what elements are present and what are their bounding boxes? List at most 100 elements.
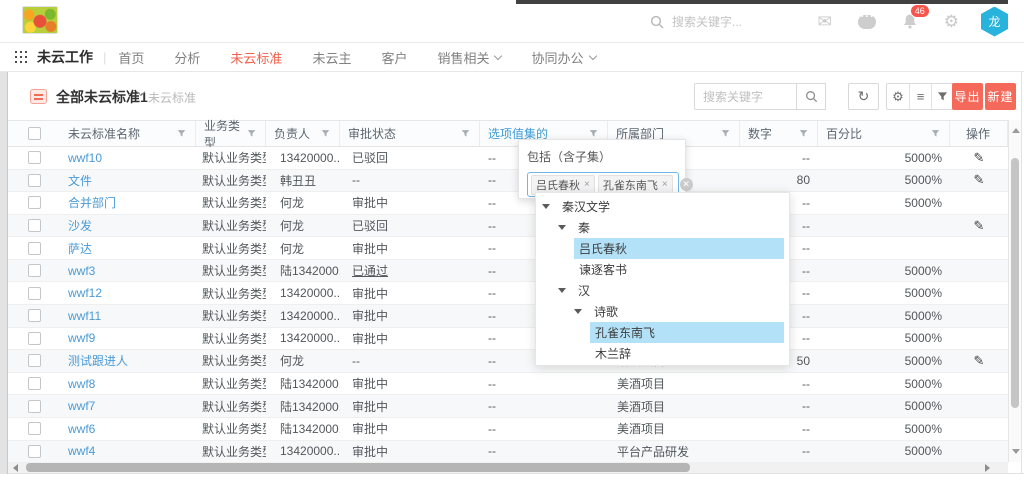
tree-node-label[interactable]: 谏逐客书 [574,259,784,280]
refresh-button[interactable]: ↻ [848,83,879,110]
record-name-link[interactable]: wwf7 [68,399,95,413]
edit-pencil-icon[interactable]: ✎ [974,172,985,187]
mail-icon[interactable]: ✉ [818,12,832,32]
record-name-link[interactable]: wwf10 [68,151,102,165]
create-button[interactable]: 新建 [985,83,1016,110]
row-checkbox[interactable] [28,309,41,322]
record-name-link[interactable]: 沙发 [68,219,92,233]
tree-node-label[interactable]: 吕氏春秋 [574,238,784,259]
chat-icon[interactable] [858,15,876,29]
nav-item-3[interactable]: 未云标准 [230,48,282,67]
record-name-link[interactable]: wwf6 [68,422,95,436]
row-checkbox[interactable] [28,332,41,345]
nav-item-2[interactable]: 分析 [174,48,200,67]
column-header-1[interactable]: 未云标准名称 [60,121,196,146]
record-name-link[interactable]: wwf8 [68,377,95,391]
column-header-4[interactable]: 审批状态 [340,121,480,146]
row-checkbox[interactable] [28,287,41,300]
nav-item-7[interactable]: 协同办公 [531,48,595,67]
view-title[interactable]: 全部未云标准1 [56,87,148,107]
scroll-right-arrow[interactable] [985,464,990,472]
notifications-bell-icon[interactable]: 46 [902,13,918,30]
select-all-checkbox[interactable] [28,127,41,140]
global-search[interactable]: 搜索关键字... [650,13,742,30]
row-checkbox[interactable] [28,174,41,187]
column-header-9[interactable]: 操作 [950,121,1008,146]
scroll-left-arrow[interactable] [13,464,18,472]
settings-gear-icon[interactable]: ⚙ [944,12,959,32]
row-checkbox[interactable] [28,264,41,277]
tree-node-label[interactable]: 木兰辞 [590,343,784,364]
tree-node[interactable]: 孔雀东南飞 [536,322,789,343]
filter-funnel-icon[interactable] [321,129,330,138]
tree-node-label[interactable]: 汉 [573,280,784,301]
tree-expand-caret-icon[interactable] [558,225,566,230]
row-checkbox[interactable] [28,242,41,255]
filter-funnel-icon[interactable] [931,84,953,109]
row-checkbox[interactable] [28,196,41,209]
workspace-title[interactable]: 未云工作 [37,47,93,67]
list-view-icon[interactable]: ≡ [909,84,931,109]
row-checkbox[interactable] [28,219,41,232]
tree-node-label[interactable]: 秦 [573,217,784,238]
record-name-link[interactable]: 测试跟进人 [68,354,128,368]
tree-expand-caret-icon[interactable] [542,204,550,209]
filter-funnel-icon[interactable] [931,129,940,138]
edit-pencil-icon[interactable]: ✎ [974,353,985,368]
tree-expand-caret-icon[interactable] [558,288,566,293]
remove-tag-icon[interactable]: × [584,179,590,190]
avatar[interactable]: 龙 [981,7,1008,37]
filter-funnel-icon[interactable] [589,129,598,138]
record-name-link[interactable]: wwf12 [68,286,102,300]
column-header-3[interactable]: 负责人 [266,121,340,146]
nav-item-5[interactable]: 客户 [381,48,407,67]
tree-node[interactable]: 秦 [536,217,789,238]
row-checkbox[interactable] [28,400,41,413]
row-checkbox[interactable] [28,151,41,164]
tree-node[interactable]: 木兰辞 [536,343,789,364]
record-name-link[interactable]: 合并部门 [68,196,116,210]
column-header-7[interactable]: 数字 [740,121,818,146]
filter-funnel-icon[interactable] [721,129,730,138]
scroll-down-arrow[interactable] [1012,449,1020,454]
nav-item-6[interactable]: 销售相关 [437,48,501,67]
tree-node[interactable]: 秦汉文学 [536,196,789,217]
tree-node[interactable]: 汉 [536,280,789,301]
tree-node[interactable]: 谏逐客书 [536,259,789,280]
record-name-link[interactable]: wwf4 [68,444,95,458]
horizontal-scroll-thumb[interactable] [26,463,690,472]
record-name-link[interactable]: wwf3 [68,264,95,278]
tree-node-label[interactable]: 孔雀东南飞 [590,322,784,343]
row-checkbox[interactable] [28,354,41,367]
column-settings-gear-icon[interactable]: ⚙ [887,84,909,109]
vertical-scrollbar[interactable] [1008,120,1021,462]
list-search-button[interactable] [796,83,826,110]
tree-expand-caret-icon[interactable] [574,309,582,314]
edit-pencil-icon[interactable]: ✎ [974,218,985,233]
record-name-link[interactable]: 萨达 [68,242,92,256]
filter-funnel-icon[interactable] [177,129,186,138]
list-search-input[interactable] [694,83,796,110]
vertical-scroll-thumb[interactable] [1011,158,1019,408]
app-logo[interactable] [22,6,58,34]
record-name-link[interactable]: 文件 [68,174,92,188]
scroll-up-arrow[interactable] [1012,128,1020,133]
row-checkbox[interactable] [28,445,41,458]
column-header-2[interactable]: 业务类型 [196,121,266,146]
export-button[interactable]: 导出 [952,83,983,110]
app-grid-icon[interactable] [15,51,27,63]
filter-funnel-icon[interactable] [461,129,470,138]
filter-funnel-icon[interactable] [247,129,256,138]
row-checkbox[interactable] [28,422,41,435]
remove-tag-icon[interactable]: × [662,179,668,190]
clear-input-icon[interactable]: ✕ [680,178,693,191]
horizontal-scrollbar[interactable] [8,462,1008,473]
filter-funnel-icon[interactable] [799,129,808,138]
nav-item-4[interactable]: 未云主 [312,48,351,67]
record-name-link[interactable]: wwf11 [68,309,101,323]
row-checkbox[interactable] [28,377,41,390]
record-name-link[interactable]: wwf9 [68,331,95,345]
nav-item-1[interactable]: 首页 [118,48,144,67]
tree-node-label[interactable]: 秦汉文学 [557,196,784,217]
tree-node[interactable]: 吕氏春秋 [536,238,789,259]
